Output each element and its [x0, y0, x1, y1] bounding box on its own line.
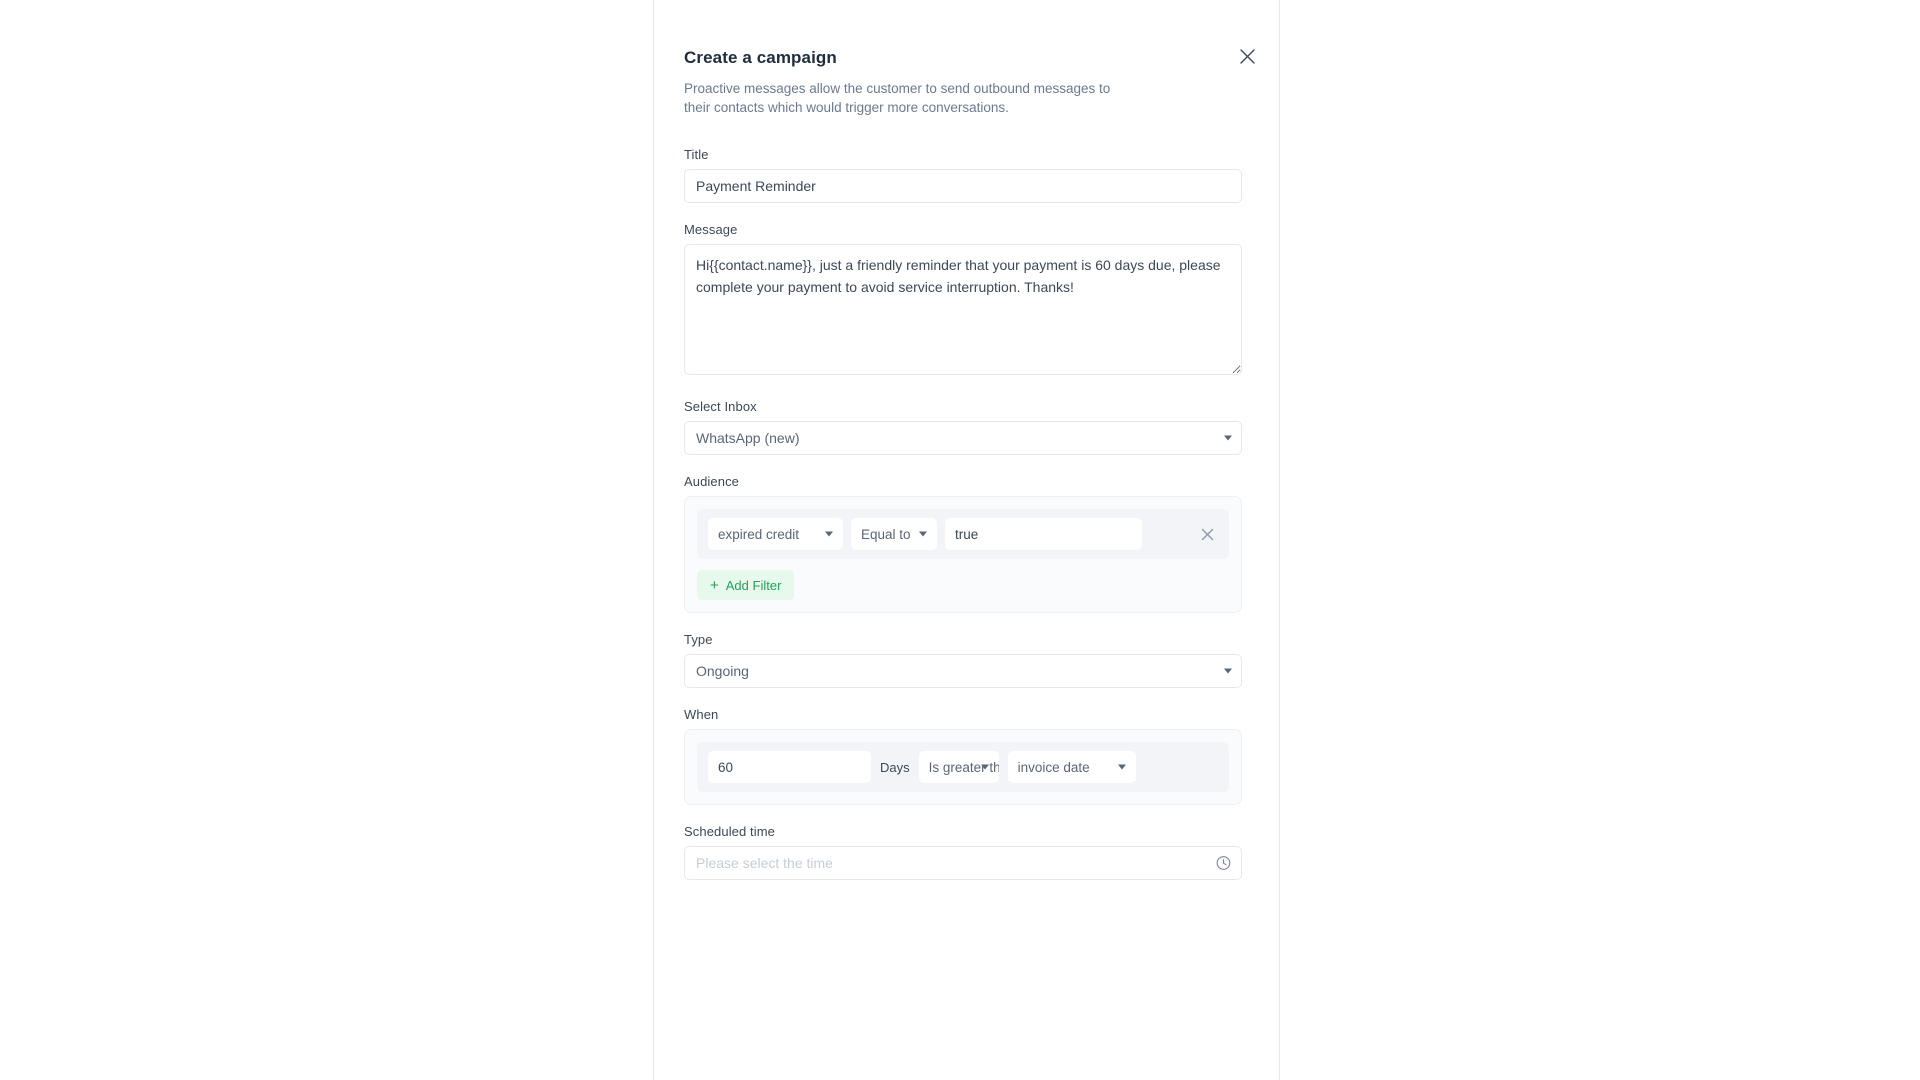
page-title: Create a campaign — [684, 48, 837, 67]
inbox-select-wrap: WhatsApp (new) — [684, 421, 1242, 456]
filter-row: expired credit Equal to — [697, 509, 1229, 560]
when-unit-label: Days — [880, 759, 910, 775]
filter-operator-select[interactable]: Equal to — [851, 518, 937, 551]
message-textarea[interactable]: Hi{{contact.name}}, just a friendly remi… — [684, 244, 1242, 376]
audience-label: Audience — [684, 474, 740, 490]
scheduled-time-wrap — [684, 846, 1242, 881]
when-operator-select-wrap: Is greater than — [918, 751, 999, 784]
plus-icon: + — [710, 576, 719, 594]
app-root: Create a campaign Proactive messages all… — [0, 0, 1920, 1080]
audience-field-group: Audience expired credit Equal to true + … — [684, 474, 1242, 614]
filter-attribute-select[interactable]: expired credit — [708, 518, 843, 551]
when-box: Days Is greater than invoice date — [684, 729, 1242, 806]
title-input[interactable] — [684, 169, 1242, 204]
add-filter-label: Add Filter — [725, 577, 782, 593]
panel-description: Proactive messages allow the customer to… — [684, 81, 1111, 116]
inbox-field-group: Select Inbox WhatsApp (new) — [684, 399, 1242, 456]
filter-value-input[interactable] — [945, 518, 1142, 551]
filter-attribute-select-wrap: expired credit — [708, 518, 843, 551]
when-reference-select-wrap: invoice date — [1007, 751, 1136, 784]
remove-filter-icon[interactable] — [1196, 523, 1218, 545]
create-campaign-panel: Create a campaign Proactive messages all… — [653, 0, 1280, 1080]
inbox-label: Select Inbox — [684, 399, 757, 415]
inbox-select[interactable]: WhatsApp (new) — [684, 421, 1242, 456]
when-operator-select[interactable]: Is greater than — [918, 751, 999, 784]
type-select[interactable]: Ongoing — [684, 654, 1242, 689]
title-label: Title — [684, 147, 709, 163]
type-select-wrap: Ongoing — [684, 654, 1242, 689]
when-field-group: When Days Is greater than invoice date — [684, 707, 1242, 806]
message-label: Message — [684, 222, 738, 238]
clock-icon[interactable] — [1216, 856, 1231, 871]
message-field-group: Message Hi{{contact.name}}, just a frien… — [684, 222, 1242, 380]
scheduled-time-field-group: Scheduled time — [684, 824, 1242, 881]
scheduled-time-input[interactable] — [684, 846, 1242, 881]
title-field-group: Title — [684, 147, 1242, 204]
type-label: Type — [684, 632, 713, 648]
when-row: Days Is greater than invoice date — [697, 742, 1229, 793]
audience-filters-box: expired credit Equal to true + Add Filte… — [684, 496, 1242, 614]
filter-operator-select-wrap: Equal to — [851, 518, 937, 551]
scheduled-time-label: Scheduled time — [684, 824, 776, 840]
when-reference-select[interactable]: invoice date — [1007, 751, 1136, 784]
close-icon[interactable] — [1233, 42, 1261, 70]
add-filter-button[interactable]: + Add Filter — [697, 570, 795, 601]
type-field-group: Type Ongoing — [684, 632, 1242, 689]
when-label: When — [684, 707, 719, 723]
when-amount-input[interactable] — [708, 751, 871, 784]
